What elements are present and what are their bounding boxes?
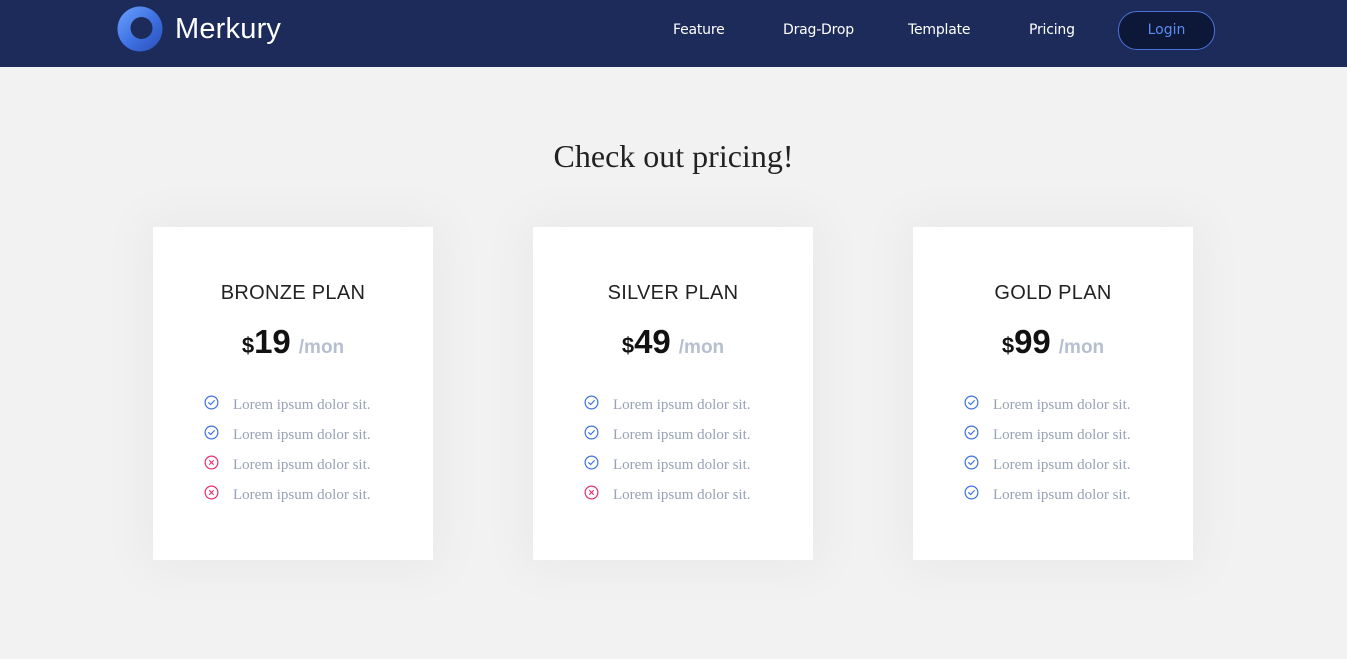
feature-item: Lorem ipsum dolor sit. xyxy=(584,390,751,420)
price-currency: $ xyxy=(1001,333,1015,358)
check-circle-icon xyxy=(584,425,599,440)
feature-text: Lorem ipsum dolor sit. xyxy=(613,396,751,413)
feature-text: Lorem ipsum dolor sit. xyxy=(613,456,751,473)
ring-logo-icon xyxy=(117,6,163,52)
check-circle-icon xyxy=(964,485,979,500)
feature-text: Lorem ipsum dolor sit. xyxy=(613,426,751,443)
check-circle-icon xyxy=(204,395,219,410)
page-title: Check out pricing! xyxy=(553,138,794,174)
plan-price: $19/mon xyxy=(153,323,433,361)
feature-text: Lorem ipsum dolor sit. xyxy=(233,396,371,413)
nav-link-template[interactable]: Template xyxy=(908,22,970,38)
price-currency: $ xyxy=(241,333,255,358)
price-amount: 99 xyxy=(1014,323,1051,360)
feature-item: Lorem ipsum dolor sit. xyxy=(584,450,751,480)
feature-item: Lorem ipsum dolor sit. xyxy=(964,390,1131,420)
x-circle-icon xyxy=(584,485,599,500)
feature-item: Lorem ipsum dolor sit. xyxy=(964,450,1131,480)
price-amount: 19 xyxy=(254,323,291,360)
price-period: /mon xyxy=(298,337,345,358)
feature-item: Lorem ipsum dolor sit. xyxy=(584,420,751,450)
feature-text: Lorem ipsum dolor sit. xyxy=(993,426,1131,443)
price-currency: $ xyxy=(621,333,635,358)
nav-link-feature[interactable]: Feature xyxy=(673,22,725,38)
feature-item: Lorem ipsum dolor sit. xyxy=(964,480,1131,510)
plan-name: GOLD PLAN xyxy=(994,282,1112,304)
feature-list: Lorem ipsum dolor sit. Lorem ipsum dolor … xyxy=(964,390,1131,510)
feature-text: Lorem ipsum dolor sit. xyxy=(993,396,1131,413)
plan-name: SILVER PLAN xyxy=(607,282,739,304)
x-circle-icon xyxy=(204,485,219,500)
feature-text: Lorem ipsum dolor sit. xyxy=(233,426,371,443)
feature-text: Lorem ipsum dolor sit. xyxy=(233,486,371,503)
feature-text: Lorem ipsum dolor sit. xyxy=(993,456,1131,473)
check-circle-icon xyxy=(964,425,979,440)
pricing-card-gold: GOLD PLAN $99/mon Lorem ipsum dolor sit. Lo… xyxy=(913,227,1193,560)
check-circle-icon xyxy=(964,395,979,410)
check-circle-icon xyxy=(964,455,979,470)
price-period: /mon xyxy=(1058,337,1105,358)
feature-text: Lorem ipsum dolor sit. xyxy=(993,486,1131,503)
check-circle-icon xyxy=(584,395,599,410)
price-amount: 49 xyxy=(634,323,671,360)
feature-item: Lorem ipsum dolor sit. xyxy=(204,450,371,480)
feature-item: Lorem ipsum dolor sit. xyxy=(204,390,371,420)
plan-price: $49/mon xyxy=(533,323,813,361)
plan-name: BRONZE PLAN xyxy=(220,282,366,304)
feature-item: Lorem ipsum dolor sit. xyxy=(204,420,371,450)
price-period: /mon xyxy=(678,337,725,358)
x-circle-icon xyxy=(204,455,219,470)
feature-list: Lorem ipsum dolor sit. Lorem ipsum dolor … xyxy=(204,390,371,510)
feature-item: Lorem ipsum dolor sit. xyxy=(584,480,751,510)
feature-item: Lorem ipsum dolor sit. xyxy=(204,480,371,510)
pricing-card-bronze: BRONZE PLAN $19/mon Lorem ipsum dolor sit.… xyxy=(153,227,433,560)
feature-text: Lorem ipsum dolor sit. xyxy=(613,486,751,503)
feature-item: Lorem ipsum dolor sit. xyxy=(964,420,1131,450)
check-circle-icon xyxy=(204,425,219,440)
top-navbar: Merkury Feature Drag-Drop Template Prici… xyxy=(0,0,1347,67)
feature-text: Lorem ipsum dolor sit. xyxy=(233,456,371,473)
nav-link-drag-drop[interactable]: Drag-Drop xyxy=(783,22,854,38)
plan-price: $99/mon xyxy=(913,323,1193,361)
brand-name: Merkury xyxy=(175,12,282,45)
login-button[interactable]: Login xyxy=(1118,11,1215,50)
check-circle-icon xyxy=(584,455,599,470)
pricing-card-silver: SILVER PLAN $49/mon Lorem ipsum dolor sit.… xyxy=(533,227,813,560)
nav-link-pricing[interactable]: Pricing xyxy=(1029,22,1075,38)
brand-logo-link[interactable]: Merkury xyxy=(117,5,281,53)
feature-list: Lorem ipsum dolor sit. Lorem ipsum dolor … xyxy=(584,390,751,510)
